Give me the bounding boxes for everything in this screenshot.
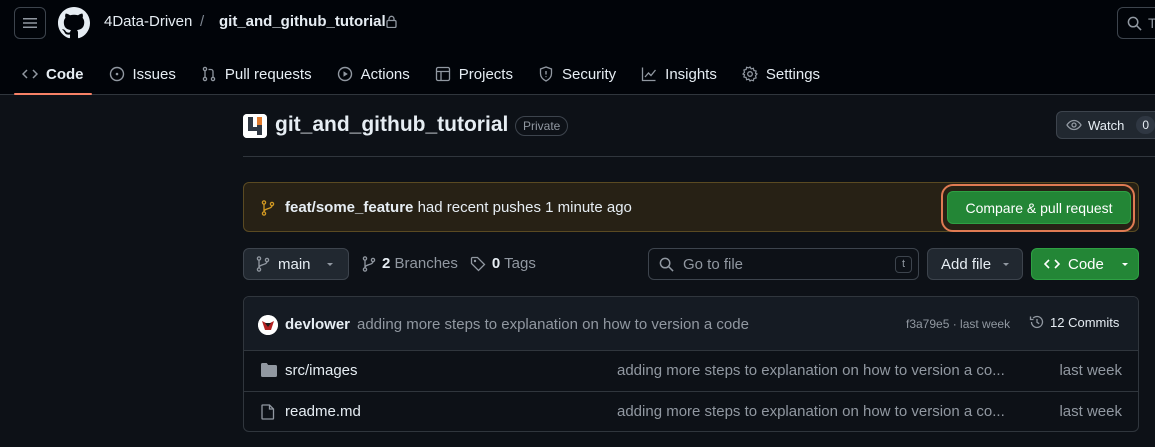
- issue-icon: [109, 66, 124, 82]
- pull-request-icon: [202, 66, 216, 82]
- commit-message[interactable]: adding more steps to explanation on how …: [357, 316, 749, 333]
- chevron-down-icon: [1003, 263, 1010, 266]
- file-name[interactable]: src/images: [285, 362, 358, 379]
- tab-insights[interactable]: Insights: [633, 54, 725, 94]
- header-divider: [243, 156, 1155, 157]
- file-commit-time: last week: [1059, 362, 1122, 379]
- owner-link[interactable]: 4Data-Driven: [104, 13, 192, 30]
- tab-projects[interactable]: Projects: [427, 54, 521, 94]
- shortcut-key: t: [895, 256, 912, 273]
- compare-pull-request-button[interactable]: Compare & pull request: [947, 191, 1131, 224]
- add-file-label: Add file: [941, 255, 992, 273]
- tags-count: 0: [491, 255, 501, 272]
- watch-count: 0: [1136, 116, 1155, 134]
- tab-issues[interactable]: Issues: [101, 54, 184, 94]
- code-dropdown-button[interactable]: Code: [1031, 248, 1139, 280]
- commits-count: 12 Commits: [1050, 314, 1120, 330]
- visibility-badge: Private: [515, 116, 569, 136]
- file-icon: [261, 404, 275, 420]
- eye-icon: [1066, 119, 1082, 131]
- branch-icon: [261, 200, 275, 216]
- go-to-file-input[interactable]: Go to file t: [648, 248, 919, 280]
- branches-count: 2: [382, 255, 391, 272]
- branches-tags-links: 2 Branches 0 Tags: [362, 255, 536, 272]
- commit-hash-time[interactable]: f3a79e5 · last week: [906, 317, 1010, 331]
- table-row[interactable]: readme.md adding more steps to explanati…: [244, 391, 1138, 431]
- tab-label: Insights: [665, 65, 717, 83]
- commits-history-link[interactable]: 12 Commits: [1029, 314, 1119, 330]
- branch-icon: [362, 255, 376, 272]
- breadcrumb-separator: /: [200, 13, 205, 30]
- repo-title[interactable]: git_and_github_tutorial: [275, 113, 508, 137]
- code-icon: [22, 69, 38, 79]
- folder-icon: [261, 363, 277, 377]
- recent-push-banner: feat/some_feature had recent pushes 1 mi…: [243, 182, 1139, 232]
- lock-icon: [386, 15, 397, 28]
- tab-label: Code: [46, 65, 84, 83]
- tab-label: Issues: [132, 65, 176, 83]
- search-hint: T: [1148, 15, 1155, 31]
- branch-select-button[interactable]: main: [243, 248, 349, 280]
- table-icon: [435, 66, 450, 82]
- table-row[interactable]: src/images adding more steps to explanat…: [244, 351, 1138, 391]
- github-logo-icon[interactable]: [58, 7, 90, 39]
- file-commit-message[interactable]: adding more steps to explanation on how …: [617, 362, 1005, 379]
- tab-code[interactable]: Code: [14, 54, 92, 95]
- branches-label: Branches: [394, 255, 458, 272]
- search-icon: [659, 257, 674, 272]
- tab-label: Settings: [765, 65, 821, 83]
- file-commit-time: last week: [1059, 403, 1122, 420]
- branch-icon: [256, 256, 270, 272]
- chevron-down-icon: [326, 263, 333, 266]
- banner-message: feat/some_feature had recent pushes 1 mi…: [285, 199, 632, 216]
- tab-label: Security: [561, 65, 617, 83]
- latest-commit-row: devlower adding more steps to explanatio…: [244, 297, 1138, 351]
- watch-button[interactable]: Watch 0: [1056, 111, 1155, 139]
- branch-name: main: [278, 255, 311, 273]
- tags-link[interactable]: 0 Tags: [492, 255, 536, 272]
- banner-text: had recent pushes 1 minute ago: [417, 199, 632, 216]
- tab-actions[interactable]: Actions: [329, 54, 418, 94]
- add-file-button[interactable]: Add file: [927, 248, 1023, 280]
- watch-label: Watch: [1088, 117, 1125, 133]
- global-header: 4Data-Driven / git_and_github_tutorial T…: [0, 0, 1155, 95]
- go-to-file-placeholder: Go to file: [683, 255, 744, 273]
- repo-link[interactable]: git_and_github_tutorial: [219, 13, 386, 30]
- graph-icon: [642, 67, 657, 82]
- code-label: Code: [1068, 255, 1104, 273]
- search-icon: [1127, 16, 1142, 31]
- tab-label: Projects: [458, 65, 513, 83]
- branches-link[interactable]: 2 Branches: [382, 255, 458, 272]
- banner-branch-name[interactable]: feat/some_feature: [285, 199, 413, 216]
- play-icon: [337, 66, 352, 82]
- tags-label: Tags: [504, 255, 536, 272]
- history-icon: [1029, 315, 1044, 329]
- tab-pull-requests[interactable]: Pull requests: [193, 54, 320, 94]
- tab-settings[interactable]: Settings: [734, 54, 828, 94]
- global-search-button[interactable]: T: [1117, 7, 1155, 39]
- avatar[interactable]: [258, 315, 278, 335]
- tab-security[interactable]: Security: [530, 54, 624, 94]
- file-name[interactable]: readme.md: [285, 403, 361, 420]
- gear-icon: [741, 66, 758, 82]
- repo-avatar: [243, 114, 267, 138]
- file-table: devlower adding more steps to explanatio…: [243, 296, 1139, 432]
- repo-nav-tabs: Code Issues Pull requests Actions Projec…: [14, 54, 837, 95]
- menu-button[interactable]: [14, 7, 46, 39]
- chevron-down-icon: [1121, 263, 1128, 266]
- tab-label: Actions: [360, 65, 410, 83]
- hamburger-icon: [23, 18, 37, 28]
- shield-icon: [539, 66, 553, 82]
- tag-icon: [470, 256, 486, 271]
- commit-author[interactable]: devlower: [285, 316, 350, 333]
- code-icon: [1044, 259, 1060, 269]
- tab-label: Pull requests: [224, 65, 312, 83]
- file-commit-message[interactable]: adding more steps to explanation on how …: [617, 403, 1005, 420]
